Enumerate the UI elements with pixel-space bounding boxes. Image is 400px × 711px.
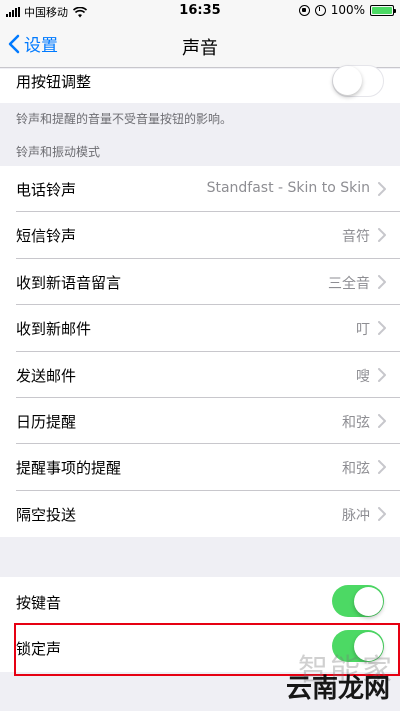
- sound-row-value: 音符: [342, 229, 370, 246]
- change-with-buttons-row: 用按钮调整: [0, 65, 400, 103]
- navigation-bar: 设置 声音: [0, 22, 400, 68]
- sound-row-label: 收到新邮件: [16, 320, 92, 339]
- section-header: 铃声和振动模式: [16, 145, 101, 159]
- sound-row-value: 嗖: [356, 368, 370, 385]
- sound-row-value: 叮: [356, 322, 370, 339]
- sound-row-label: 电话铃声: [16, 181, 77, 199]
- page-title: 声音: [182, 38, 218, 59]
- battery-percent: 100%: [330, 3, 365, 17]
- sound-row-value: 脉冲: [342, 507, 370, 524]
- status-bar: 中国移动 16:35 100%: [0, 0, 400, 22]
- sound-row-value: Standfast - Skin to Skin: [206, 180, 370, 196]
- alarm-icon: [314, 4, 326, 16]
- sound-row-label: 日历提醒: [16, 413, 77, 431]
- sound-row-value: 和弦: [342, 415, 370, 431]
- sound-row[interactable]: 隔空投送 脉冲: [0, 490, 400, 538]
- sound-row-label: 收到新语音留言: [16, 273, 122, 292]
- sound-row-value: 和弦: [342, 461, 370, 478]
- sound-row[interactable]: 短信铃声 音符: [0, 212, 400, 259]
- sound-row[interactable]: 电话铃声 Standfast - Skin to Skin: [0, 166, 400, 213]
- sound-row-value: 三全音: [328, 275, 370, 292]
- sound-row-label: 短信铃声: [16, 227, 77, 246]
- row-label: 用按钮调整: [16, 73, 92, 91]
- keyboard-clicks-row: 按键音: [0, 577, 400, 624]
- toggle-knob: [353, 586, 383, 616]
- sound-row[interactable]: 提醒事项的提醒 和弦: [0, 444, 400, 491]
- watermark-logo: 云南龙网: [285, 674, 390, 704]
- chevron-right-icon: [378, 367, 386, 382]
- change-with-buttons-toggle[interactable]: [332, 65, 384, 97]
- orientation-lock-icon: [298, 4, 310, 16]
- volume-footnote: 铃声和提醒的音量不受音量按钮的影响。: [16, 112, 233, 126]
- chevron-right-icon: [378, 506, 386, 521]
- status-right: 100%: [298, 3, 396, 17]
- sound-row-label: 发送邮件: [16, 366, 77, 385]
- chevron-right-icon: [378, 460, 386, 475]
- sound-row[interactable]: 收到新语音留言 三全音: [0, 258, 400, 306]
- keyboard-clicks-toggle[interactable]: [332, 585, 384, 617]
- chevron-right-icon: [378, 182, 386, 196]
- sound-row-label: 隔空投送: [16, 505, 77, 524]
- chevron-right-icon: [378, 321, 386, 336]
- toggle-knob: [333, 66, 362, 95]
- sound-row[interactable]: 发送邮件 嗖: [0, 351, 400, 398]
- sound-row[interactable]: 收到新邮件 叮: [0, 305, 400, 352]
- keyboard-clicks-label: 按键音: [16, 594, 62, 612]
- sound-row-label: 提醒事项的提醒: [16, 459, 122, 478]
- battery-icon: [370, 4, 396, 16]
- chevron-right-icon: [378, 274, 386, 289]
- sound-row[interactable]: 日历提醒 和弦: [0, 398, 400, 445]
- chevron-right-icon: [378, 414, 386, 428]
- chevron-right-icon: [378, 228, 386, 243]
